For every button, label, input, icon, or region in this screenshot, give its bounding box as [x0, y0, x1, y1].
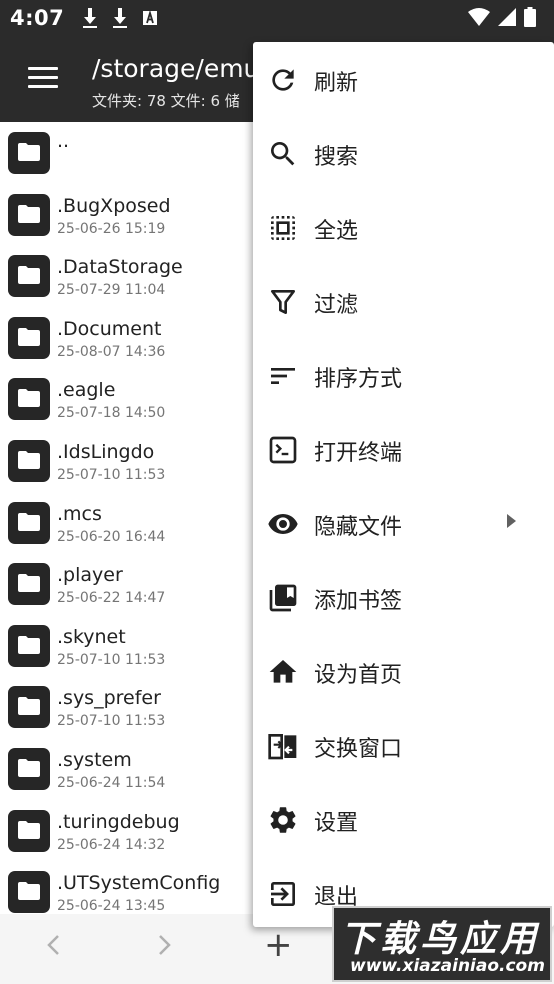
file-name: .Document [57, 317, 162, 340]
menu-item-label: 全选 [314, 219, 359, 244]
menu-item-label: 排序方式 [314, 367, 403, 392]
folder-icon [8, 871, 50, 914]
menu-item-add-bookmark[interactable]: 添加书签 [253, 560, 554, 634]
file-name: .turingdebug [57, 810, 180, 833]
file-name: .UTSystemConfig [57, 872, 221, 895]
folder-icon [8, 624, 50, 667]
folder-icon [8, 316, 50, 359]
file-date: 25-07-10 11:53 [57, 467, 166, 483]
folder-icon [8, 748, 50, 790]
watermark-logo: 下载鸟应用 www.xiazainiao.com [332, 906, 552, 982]
menu-item-label: 添加书签 [314, 589, 403, 614]
file-date: 25-07-18 14:50 [57, 405, 166, 422]
file-date: 25-06-26 15:19 [57, 220, 166, 237]
eye-icon [268, 514, 298, 534]
terminal-icon [269, 436, 297, 464]
menu-item-label: 隐藏文件 [314, 515, 403, 540]
file-date: 25-06-24 13:45 [57, 898, 166, 914]
file-name: .DataStorage [57, 256, 183, 279]
folder-icon [8, 501, 50, 544]
folder-icon [8, 686, 50, 729]
bookmark-icon [269, 584, 297, 612]
menu-item-label: 设为首页 [314, 663, 403, 688]
menu-item-hidden-files[interactable]: 隐藏文件 [253, 486, 554, 560]
watermark-text: 下载鸟应用 [340, 919, 541, 960]
file-name: .eagle [57, 379, 116, 402]
folder-stats: 文件夹: 78 文件: 6 储 [92, 92, 240, 110]
file-date: 25-06-24 14:32 [57, 836, 166, 853]
refresh-icon [272, 69, 294, 91]
folder-icon [8, 255, 50, 298]
folder-icon [8, 132, 50, 174]
file-name: .. [57, 130, 70, 152]
watermark-url: www.xiazainiao.com [350, 956, 545, 976]
filter-icon [271, 290, 295, 314]
file-name: .BugXposed [57, 194, 171, 217]
menu-item-open-terminal[interactable]: 打开终端 [253, 412, 554, 486]
menu-item-settings[interactable]: 设置 [253, 782, 554, 856]
status-time: 4:07 [10, 6, 65, 30]
file-name: .IdsLingdo [57, 441, 155, 463]
file-date: 25-07-29 11:04 [57, 282, 166, 299]
menu-item-label: 过滤 [314, 293, 359, 318]
back-arrow-icon[interactable] [46, 930, 60, 963]
file-date: 25-07-10 11:53 [57, 651, 166, 668]
wifi-icon [468, 8, 490, 26]
menu-item-label: 设置 [314, 811, 359, 836]
download-icon [113, 8, 128, 28]
submenu-arrow-icon [507, 514, 516, 528]
menu-item-label: 刷新 [314, 71, 359, 96]
font-notification-icon [143, 10, 158, 25]
folder-icon [8, 440, 50, 482]
menu-item-filter[interactable]: 过滤 [253, 264, 554, 338]
menu-item-select-all[interactable]: 全选 [253, 190, 554, 264]
signal-icon [498, 8, 516, 26]
file-date: 25-06-22 14:47 [57, 590, 166, 607]
menu-item-label: 搜索 [314, 145, 359, 170]
download-icon [83, 8, 98, 28]
menu-item-sort[interactable]: 排序方式 [253, 338, 554, 412]
folder-icon [8, 563, 50, 606]
add-button[interactable]: + [264, 925, 293, 965]
swap-icon [268, 734, 297, 760]
file-name: .skynet [57, 625, 126, 648]
file-date: 25-06-20 16:44 [57, 528, 166, 545]
menu-item-swap-window[interactable]: 交换窗口 [253, 708, 554, 782]
exit-icon [271, 882, 295, 906]
search-icon [271, 142, 295, 166]
forward-arrow-icon[interactable] [158, 930, 172, 963]
folder-icon [8, 193, 50, 236]
file-date: 25-08-07 14:36 [57, 343, 166, 360]
folder-icon [8, 378, 50, 421]
status-bar: 4:07 [0, 0, 554, 36]
file-date: 25-06-24 11:54 [57, 775, 166, 791]
file-date: 25-07-10 11:53 [57, 713, 166, 730]
gear-icon [270, 807, 296, 833]
overflow-menu: 刷新 搜索 全选 过滤 排序方式 打开终端 隐藏文件 添加书签 设为首页 交换窗… [253, 42, 554, 927]
sort-icon [271, 368, 295, 384]
menu-item-set-home[interactable]: 设为首页 [253, 634, 554, 708]
home-icon [269, 660, 297, 683]
current-path-title: /storage/emu [92, 54, 260, 83]
file-name: .system [57, 749, 132, 771]
file-name: .sys_prefer [57, 687, 161, 710]
battery-icon [524, 7, 536, 27]
menu-item-search[interactable]: 搜索 [253, 116, 554, 190]
select-all-icon [271, 216, 295, 240]
menu-drawer-button[interactable] [28, 67, 58, 89]
menu-item-refresh[interactable]: 刷新 [253, 42, 554, 116]
menu-item-label: 交换窗口 [314, 737, 403, 762]
folder-icon [8, 809, 50, 852]
file-name: .mcs [57, 502, 102, 525]
file-name: .player [57, 564, 123, 587]
menu-item-label: 打开终端 [314, 441, 403, 466]
